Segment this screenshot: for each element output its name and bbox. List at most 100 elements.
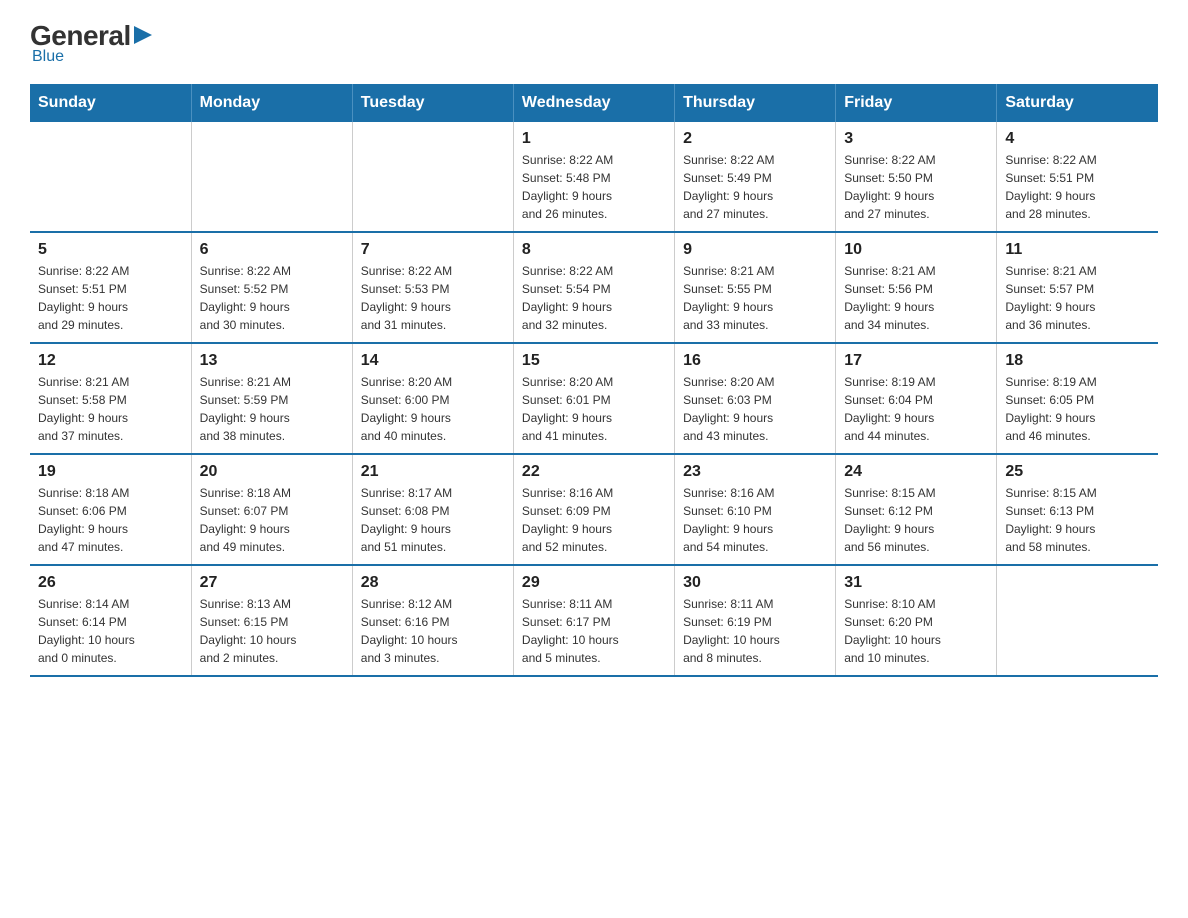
week-row-0: 1Sunrise: 8:22 AM Sunset: 5:48 PM Daylig… xyxy=(30,122,1158,232)
day-info: Sunrise: 8:21 AM Sunset: 5:55 PM Dayligh… xyxy=(683,262,827,334)
day-number: 9 xyxy=(683,241,827,259)
day-info: Sunrise: 8:14 AM Sunset: 6:14 PM Dayligh… xyxy=(38,595,183,667)
calendar-cell: 6 Sunrise: 8:22 AM Sunset: 5:52 PM Daylig… xyxy=(191,232,352,343)
header-cell-wednesday: Wednesday xyxy=(513,84,674,122)
calendar-cell xyxy=(352,122,513,232)
day-number: 21 xyxy=(361,463,505,481)
day-number: 15 xyxy=(522,352,666,370)
header-cell-saturday: Saturday xyxy=(997,84,1158,122)
calendar-cell xyxy=(30,122,191,232)
day-info: Sunrise: 8:20 AM Sunset: 6:01 PM Dayligh… xyxy=(522,373,666,445)
calendar-cell: 3Sunrise: 8:22 AM Sunset: 5:50 PM Daylig… xyxy=(836,122,997,232)
day-info: Sunrise: 8:22 AM Sunset: 5:51 PM Dayligh… xyxy=(1005,151,1150,223)
day-number: 19 xyxy=(38,463,183,481)
calendar-body: 1Sunrise: 8:22 AM Sunset: 5:48 PM Daylig… xyxy=(30,122,1158,676)
day-info: Sunrise: 8:11 AM Sunset: 6:19 PM Dayligh… xyxy=(683,595,827,667)
day-info: Sunrise: 8:15 AM Sunset: 6:12 PM Dayligh… xyxy=(844,484,988,556)
calendar-cell: 23 Sunrise: 8:16 AM Sunset: 6:10 PM Dayli… xyxy=(675,454,836,565)
calendar-cell: 18 Sunrise: 8:19 AM Sunset: 6:05 PM Dayli… xyxy=(997,343,1158,454)
day-info: Sunrise: 8:11 AM Sunset: 6:17 PM Dayligh… xyxy=(522,595,666,667)
day-info: Sunrise: 8:21 AM Sunset: 5:59 PM Dayligh… xyxy=(200,373,344,445)
calendar-cell: 16 Sunrise: 8:20 AM Sunset: 6:03 PM Dayli… xyxy=(675,343,836,454)
day-info: Sunrise: 8:22 AM Sunset: 5:49 PM Dayligh… xyxy=(683,151,827,223)
calendar-cell: 5 Sunrise: 8:22 AM Sunset: 5:51 PM Daylig… xyxy=(30,232,191,343)
calendar-cell: 17 Sunrise: 8:19 AM Sunset: 6:04 PM Dayli… xyxy=(836,343,997,454)
calendar-cell: 24 Sunrise: 8:15 AM Sunset: 6:12 PM Dayli… xyxy=(836,454,997,565)
calendar-cell: 11Sunrise: 8:21 AM Sunset: 5:57 PM Dayli… xyxy=(997,232,1158,343)
day-info: Sunrise: 8:20 AM Sunset: 6:00 PM Dayligh… xyxy=(361,373,505,445)
calendar-cell: 25 Sunrise: 8:15 AM Sunset: 6:13 PM Dayli… xyxy=(997,454,1158,565)
day-number: 12 xyxy=(38,352,183,370)
calendar-cell: 22Sunrise: 8:16 AM Sunset: 6:09 PM Dayli… xyxy=(513,454,674,565)
day-number: 29 xyxy=(522,574,666,592)
day-info: Sunrise: 8:12 AM Sunset: 6:16 PM Dayligh… xyxy=(361,595,505,667)
day-number: 4 xyxy=(1005,130,1150,148)
day-number: 24 xyxy=(844,463,988,481)
day-info: Sunrise: 8:18 AM Sunset: 6:07 PM Dayligh… xyxy=(200,484,344,556)
header-cell-sunday: Sunday xyxy=(30,84,191,122)
day-info: Sunrise: 8:13 AM Sunset: 6:15 PM Dayligh… xyxy=(200,595,344,667)
day-number: 7 xyxy=(361,241,505,259)
calendar-table: SundayMondayTuesdayWednesdayThursdayFrid… xyxy=(30,84,1158,677)
calendar-cell: 2Sunrise: 8:22 AM Sunset: 5:49 PM Daylig… xyxy=(675,122,836,232)
day-info: Sunrise: 8:16 AM Sunset: 6:10 PM Dayligh… xyxy=(683,484,827,556)
header-cell-tuesday: Tuesday xyxy=(352,84,513,122)
day-number: 16 xyxy=(683,352,827,370)
header-cell-monday: Monday xyxy=(191,84,352,122)
day-number: 25 xyxy=(1005,463,1150,481)
day-info: Sunrise: 8:21 AM Sunset: 5:56 PM Dayligh… xyxy=(844,262,988,334)
day-number: 30 xyxy=(683,574,827,592)
day-number: 14 xyxy=(361,352,505,370)
day-number: 17 xyxy=(844,352,988,370)
header-cell-friday: Friday xyxy=(836,84,997,122)
calendar-header: SundayMondayTuesdayWednesdayThursdayFrid… xyxy=(30,84,1158,122)
day-number: 3 xyxy=(844,130,988,148)
day-info: Sunrise: 8:16 AM Sunset: 6:09 PM Dayligh… xyxy=(522,484,666,556)
day-number: 27 xyxy=(200,574,344,592)
calendar-cell: 8 Sunrise: 8:22 AM Sunset: 5:54 PM Daylig… xyxy=(513,232,674,343)
day-info: Sunrise: 8:15 AM Sunset: 6:13 PM Dayligh… xyxy=(1005,484,1150,556)
day-number: 1 xyxy=(522,130,666,148)
calendar-cell: 20Sunrise: 8:18 AM Sunset: 6:07 PM Dayli… xyxy=(191,454,352,565)
week-row-4: 26Sunrise: 8:14 AM Sunset: 6:14 PM Dayli… xyxy=(30,565,1158,676)
calendar-cell: 15 Sunrise: 8:20 AM Sunset: 6:01 PM Dayli… xyxy=(513,343,674,454)
day-number: 5 xyxy=(38,241,183,259)
day-info: Sunrise: 8:19 AM Sunset: 6:04 PM Dayligh… xyxy=(844,373,988,445)
week-row-3: 19Sunrise: 8:18 AM Sunset: 6:06 PM Dayli… xyxy=(30,454,1158,565)
calendar-cell: 12Sunrise: 8:21 AM Sunset: 5:58 PM Dayli… xyxy=(30,343,191,454)
day-number: 31 xyxy=(844,574,988,592)
logo-bottom-text: Blue xyxy=(32,48,64,66)
day-info: Sunrise: 8:22 AM Sunset: 5:54 PM Dayligh… xyxy=(522,262,666,334)
calendar-cell: 9 Sunrise: 8:21 AM Sunset: 5:55 PM Daylig… xyxy=(675,232,836,343)
calendar-cell: 30 Sunrise: 8:11 AM Sunset: 6:19 PM Dayli… xyxy=(675,565,836,676)
day-number: 8 xyxy=(522,241,666,259)
day-info: Sunrise: 8:17 AM Sunset: 6:08 PM Dayligh… xyxy=(361,484,505,556)
calendar-cell xyxy=(997,565,1158,676)
day-info: Sunrise: 8:10 AM Sunset: 6:20 PM Dayligh… xyxy=(844,595,988,667)
page-header: General Blue xyxy=(30,20,1158,66)
day-info: Sunrise: 8:22 AM Sunset: 5:52 PM Dayligh… xyxy=(200,262,344,334)
header-row: SundayMondayTuesdayWednesdayThursdayFrid… xyxy=(30,84,1158,122)
calendar-cell: 29 Sunrise: 8:11 AM Sunset: 6:17 PM Dayli… xyxy=(513,565,674,676)
calendar-cell: 26Sunrise: 8:14 AM Sunset: 6:14 PM Dayli… xyxy=(30,565,191,676)
day-number: 28 xyxy=(361,574,505,592)
week-row-1: 5 Sunrise: 8:22 AM Sunset: 5:51 PM Daylig… xyxy=(30,232,1158,343)
calendar-cell: 27 Sunrise: 8:13 AM Sunset: 6:15 PM Dayli… xyxy=(191,565,352,676)
calendar-cell: 14 Sunrise: 8:20 AM Sunset: 6:00 PM Dayli… xyxy=(352,343,513,454)
calendar-cell: 28 Sunrise: 8:12 AM Sunset: 6:16 PM Dayli… xyxy=(352,565,513,676)
logo-arrow-icon xyxy=(134,24,152,46)
day-info: Sunrise: 8:19 AM Sunset: 6:05 PM Dayligh… xyxy=(1005,373,1150,445)
logo: General Blue xyxy=(30,20,152,66)
calendar-cell: 1Sunrise: 8:22 AM Sunset: 5:48 PM Daylig… xyxy=(513,122,674,232)
day-info: Sunrise: 8:20 AM Sunset: 6:03 PM Dayligh… xyxy=(683,373,827,445)
week-row-2: 12Sunrise: 8:21 AM Sunset: 5:58 PM Dayli… xyxy=(30,343,1158,454)
day-number: 6 xyxy=(200,241,344,259)
calendar-cell: 4 Sunrise: 8:22 AM Sunset: 5:51 PM Daylig… xyxy=(997,122,1158,232)
day-number: 10 xyxy=(844,241,988,259)
day-number: 23 xyxy=(683,463,827,481)
calendar-cell xyxy=(191,122,352,232)
day-number: 18 xyxy=(1005,352,1150,370)
day-info: Sunrise: 8:22 AM Sunset: 5:51 PM Dayligh… xyxy=(38,262,183,334)
calendar-cell: 13Sunrise: 8:21 AM Sunset: 5:59 PM Dayli… xyxy=(191,343,352,454)
day-info: Sunrise: 8:21 AM Sunset: 5:57 PM Dayligh… xyxy=(1005,262,1150,334)
